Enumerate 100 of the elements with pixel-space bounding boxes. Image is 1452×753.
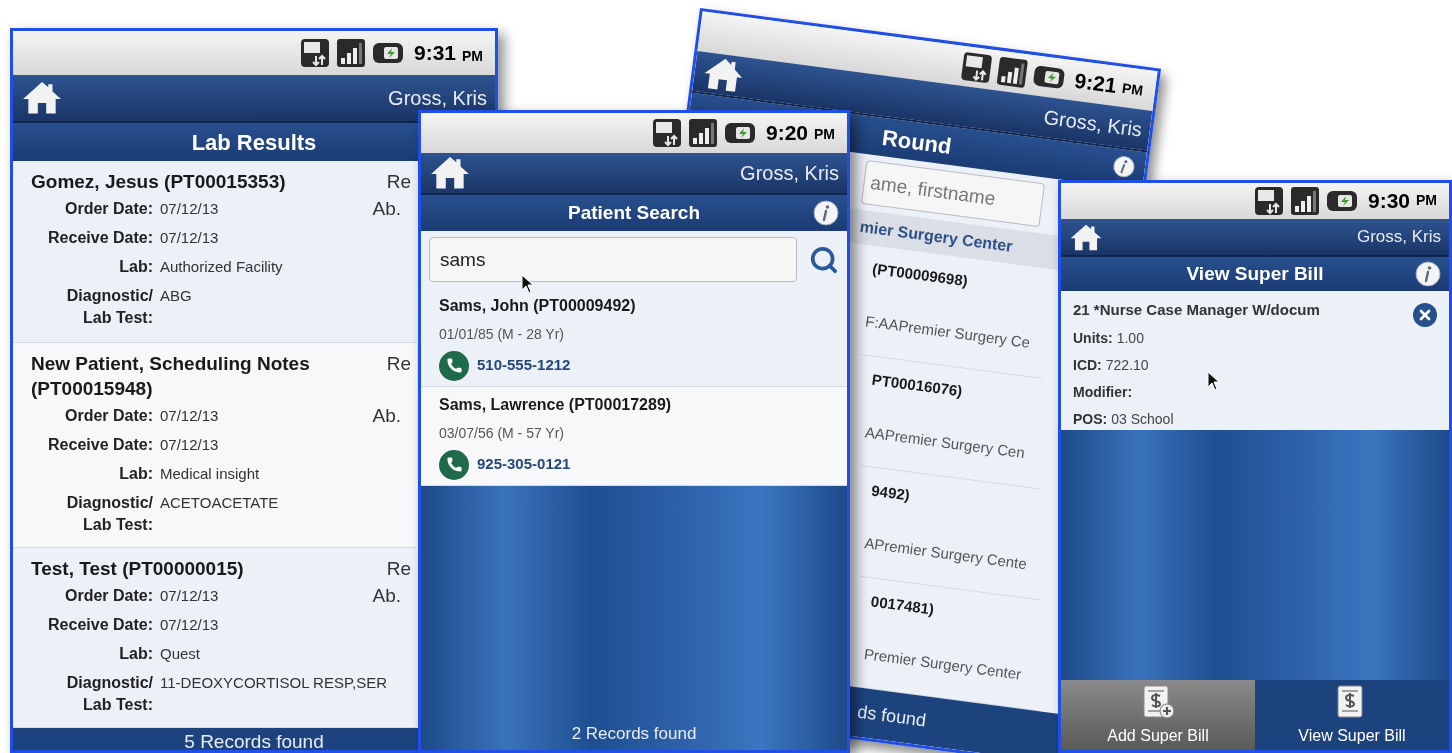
tab[interactable]: View Super Bill (1255, 680, 1449, 750)
network-type-icon (959, 50, 994, 85)
tab[interactable]: Add Super Bill (1061, 680, 1255, 750)
signal-icon (1289, 186, 1320, 216)
table-cell: Ab. (372, 585, 401, 607)
user-name: Gross, Kris (740, 161, 839, 186)
info-icon[interactable] (813, 200, 839, 226)
phone-icon[interactable] (439, 449, 469, 480)
field-value: ACETOACETATE (160, 493, 279, 513)
battery-icon (723, 122, 756, 144)
lab-record[interactable]: Gomez, Jesus (PT00015353) Re Order Date: 07/12/13 Ab. Receive Date: 07/12/13 Lab: Authorized Facility Diagnostic/ Lab Test: ABG (13, 161, 417, 343)
patient-details: 03/07/56 (M - 57 Yr) (439, 423, 566, 443)
patient-row[interactable]: Sams, Lawrence (PT00017289) 03/07/56 (M - 57 Yr) 925-305-0121 (421, 387, 847, 486)
table-cell-text: Re (386, 170, 411, 194)
field-label: Receive Date: (47, 615, 153, 635)
status-meridiem: PM (1120, 78, 1145, 101)
record-count: 5 Records found (184, 729, 324, 750)
field-value: 07/12/13 (160, 228, 219, 248)
signal-icon (335, 38, 366, 68)
home-icon[interactable] (1069, 222, 1103, 252)
field-value: Authorized Facility (160, 257, 283, 277)
field-label: Order Date: (63, 586, 153, 606)
field-label: Diagnostic/ Lab Test: (65, 286, 153, 328)
field-value: Medical insight (160, 464, 260, 484)
field-label: Lab: (118, 644, 153, 664)
status-time: 9:30 (1367, 188, 1410, 215)
field-value: 07/12/13 (160, 615, 219, 635)
field-label: Order Date: (63, 199, 153, 219)
screen-title: Lab Results (191, 128, 317, 157)
field-label: Diagnostic/ Lab Test: (65, 493, 153, 535)
field-label: Diagnostic/ Lab Test: (65, 673, 153, 715)
bill-item[interactable]: 21 *Nurse Case Manager W/docum Units: 1.00 ICD: 722.10 Modifier: POS: 03 School (1061, 291, 1449, 430)
patient-details: 01/01/85 (M - 28 Yr) (439, 324, 566, 344)
user-name: Gross, Kris (388, 86, 487, 111)
screen-title: Patient Search (568, 200, 700, 225)
network-type-icon (651, 118, 682, 148)
facility-name: F:AAPremier Surgery Ce (864, 310, 1033, 353)
field-label: POS: (1073, 409, 1108, 429)
facility-name: APremier Surgery Cente (863, 532, 1029, 574)
field-value: 1.00 (1116, 328, 1144, 348)
record-count: ds found (855, 700, 928, 733)
patient-id: PT00016076) (870, 369, 965, 402)
table-cell: Ab. (372, 405, 401, 427)
status-time: 9:31 (413, 40, 456, 67)
battery-icon (1325, 190, 1358, 212)
add-bill-icon (1141, 684, 1175, 720)
item-title: 21 *Nurse Case Manager W/docum (1073, 300, 1321, 320)
network-type-icon (1253, 186, 1284, 216)
table-cell-text: Re (386, 352, 411, 376)
field-label: Modifier: (1073, 382, 1133, 402)
field-value: 07/12/13 (160, 586, 219, 606)
home-icon[interactable] (21, 80, 63, 116)
field-value: 11-DEOXYCORTISOL RESP,SER (160, 673, 388, 693)
mouse-cursor-icon (521, 274, 535, 294)
patient-name: Test, Test (PT00000015) (31, 557, 245, 581)
field-value: 07/12/13 (160, 199, 219, 219)
status-meridiem: PM (1416, 191, 1437, 210)
signal-icon (995, 55, 1030, 90)
phone-link[interactable]: 510-555-1212 (477, 354, 571, 377)
field-label: Units: (1073, 328, 1113, 348)
field-label: Receive Date: (47, 228, 153, 248)
user-name: Gross, Kris (1041, 104, 1144, 143)
phone-icon[interactable] (439, 350, 469, 381)
facility-name: Premier Surgery Center (862, 643, 1024, 685)
search-icon[interactable] (809, 244, 839, 275)
lab-record[interactable]: New Patient, Scheduling Notes (PT00015948) Re Order Date: 07/12/13 Ab. Receive Date: 07/12/13 Lab: Medical insight Diagnostic/ Lab Test: ACETOACETATE (13, 343, 417, 548)
battery-icon (1031, 64, 1067, 91)
field-value: ABG (160, 286, 192, 306)
facility-name: AAPremier Surgery Cen (863, 421, 1027, 463)
patient-name: Sams, Lawrence (PT00017289) (439, 394, 673, 415)
home-icon[interactable] (429, 155, 471, 191)
field-value: 722.10 (1105, 355, 1149, 375)
status-meridiem: PM (814, 125, 835, 144)
field-label: Order Date: (63, 406, 153, 426)
network-type-icon (299, 38, 330, 68)
patient-id: 0017481) (869, 591, 937, 620)
field-label: Lab: (118, 464, 153, 484)
screen-title: View Super Bill (1186, 261, 1324, 286)
remove-icon[interactable] (1413, 303, 1437, 327)
patient-row[interactable]: Sams, John (PT00009492) 01/01/85 (M - 28 Yr) 510-555-1212 (421, 288, 847, 387)
table-cell-text: Re (386, 557, 411, 581)
lab-record[interactable]: Test, Test (PT00000015) Re Order Date: 07/12/13 Ab. Receive Date: 07/12/13 Lab: Quest Diagnostic/ Lab Test: 11-DEOXYCORTISOL RESP,SER (13, 548, 417, 728)
info-icon[interactable] (1415, 261, 1441, 287)
patient-name: Gomez, Jesus (PT00015353) (31, 170, 287, 194)
status-time: 9:21 (1072, 67, 1119, 100)
field-label: Lab: (118, 257, 153, 277)
search-field[interactable]: sams (429, 237, 798, 282)
status-time: 9:20 (765, 120, 808, 147)
battery-icon (371, 42, 404, 64)
status-meridiem: PM (462, 47, 483, 66)
field-value: Quest (160, 644, 201, 664)
phone-link[interactable]: 925-305-0121 (477, 453, 571, 476)
field-value: 03 School (1111, 409, 1174, 429)
table-cell: Ab. (372, 198, 401, 220)
mouse-cursor-icon (1207, 371, 1221, 391)
info-icon[interactable] (1111, 154, 1137, 180)
patient-id: 9492) (870, 480, 912, 506)
field-value: 07/12/13 (160, 435, 219, 455)
record-count: 2 Records found (571, 722, 697, 745)
patient-name: Sams, John (PT00009492) (439, 295, 637, 316)
